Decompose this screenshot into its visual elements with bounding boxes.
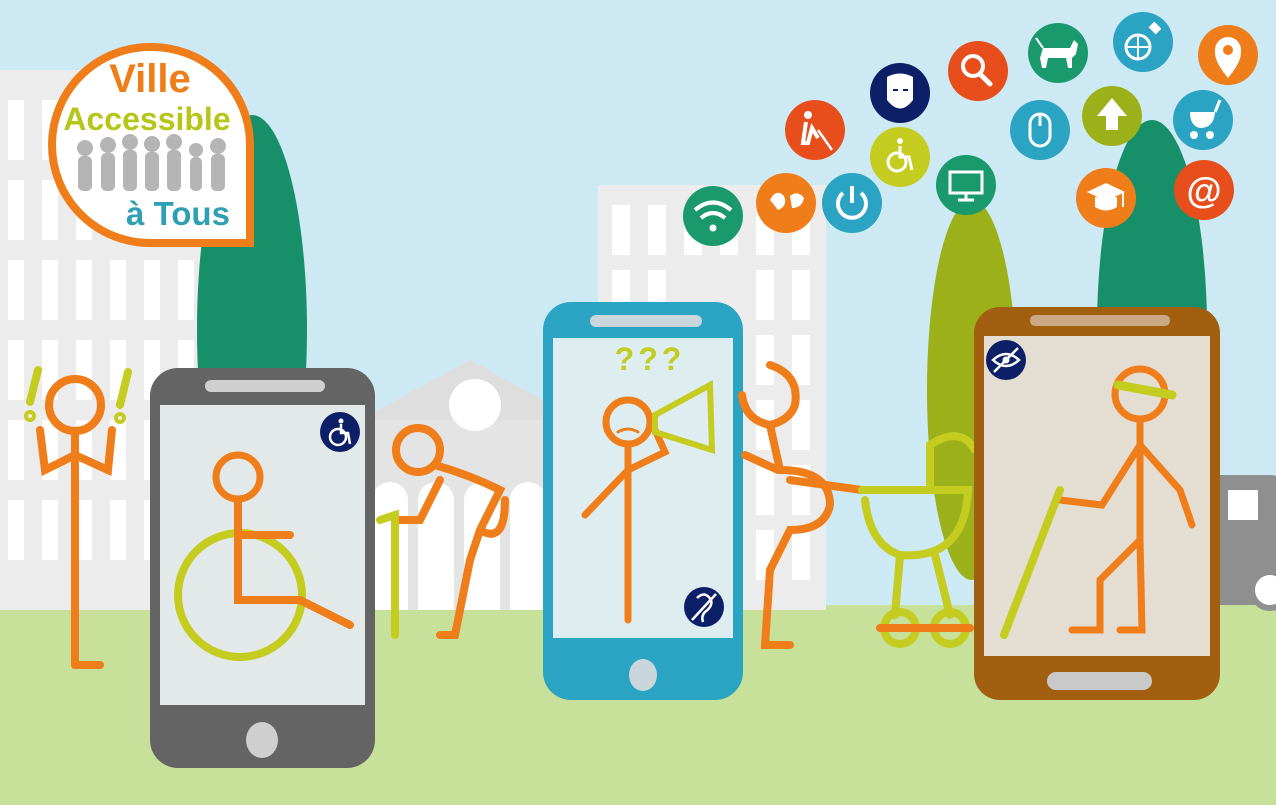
monitor-icon xyxy=(936,155,996,215)
logo-line-3: à Tous xyxy=(126,195,230,232)
satellite-globe-icon xyxy=(1113,12,1173,72)
blind-person-cane-icon xyxy=(785,100,845,160)
accessible-city-illustration: Ville Accessible à Tous ??? @ xyxy=(0,0,1276,805)
stroller-icon xyxy=(1173,90,1233,150)
face-mask-icon xyxy=(870,63,930,123)
search-icon xyxy=(948,41,1008,101)
graduation-cap-icon xyxy=(1076,168,1136,228)
mouse-icon xyxy=(1010,100,1070,160)
up-arrow-icon xyxy=(1082,86,1142,146)
phone-blue: ??? xyxy=(543,302,743,700)
guide-dog-icon xyxy=(1028,23,1088,83)
location-pin-icon xyxy=(1198,25,1258,85)
at-sign-glyph: @ xyxy=(1186,170,1221,211)
wheelchair-icon xyxy=(870,127,930,187)
at-sign-icon: @ xyxy=(1174,160,1234,220)
sign-language-icon xyxy=(756,173,816,233)
ville-accessible-logo: Ville Accessible à Tous xyxy=(48,42,254,247)
logo-line-1: Ville xyxy=(109,57,191,101)
phone-brown xyxy=(974,307,1220,700)
phone-gray xyxy=(150,368,375,768)
wifi-icon xyxy=(683,186,743,246)
logo-line-2: Accessible xyxy=(63,101,230,137)
power-icon xyxy=(822,173,882,233)
question-marks: ??? xyxy=(615,341,686,377)
